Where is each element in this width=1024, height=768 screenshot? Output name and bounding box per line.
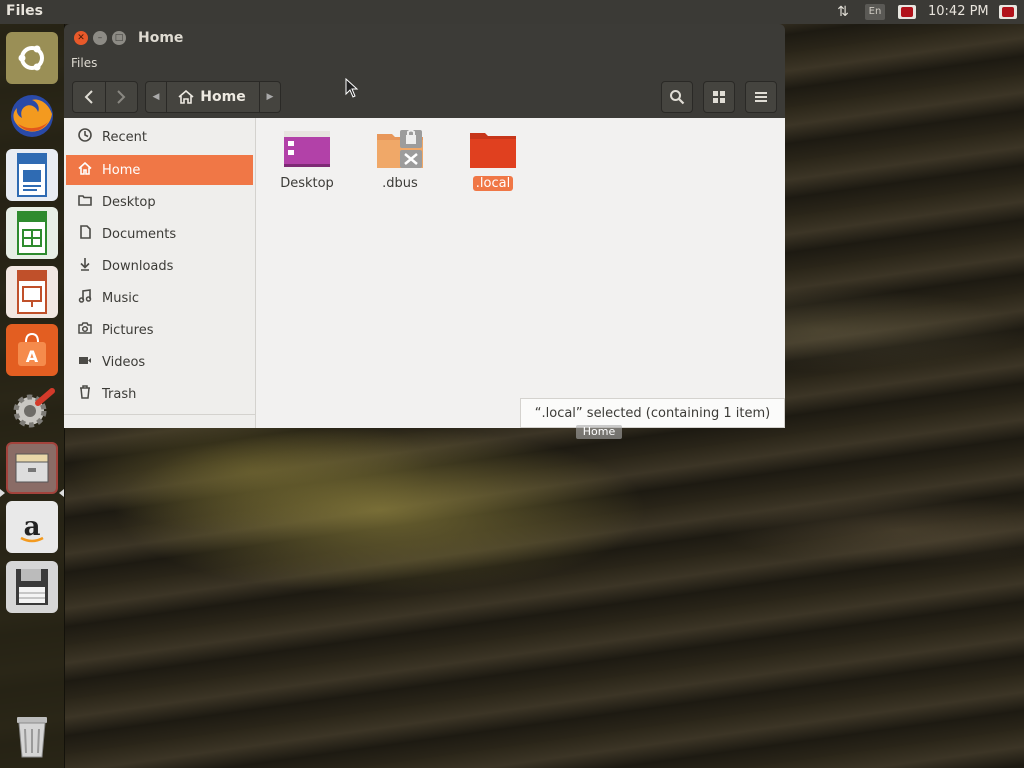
navigation-buttons: [72, 81, 138, 113]
video-icon: [76, 354, 94, 370]
file-item-local[interactable]: .local: [450, 128, 536, 191]
window-content: Recent Home Desktop Documents Downloads …: [64, 118, 785, 428]
top-panel: Files ⇅ En 10:42 PM: [0, 0, 1024, 24]
close-icon[interactable]: ✕: [74, 31, 88, 45]
svg-text:a: a: [24, 512, 41, 542]
firefox-icon[interactable]: [6, 90, 58, 142]
floppy-icon[interactable]: [6, 561, 58, 613]
sidebar-item-documents[interactable]: Documents: [66, 219, 253, 249]
maximize-icon[interactable]: □: [112, 31, 126, 45]
impress-icon[interactable]: [6, 266, 58, 318]
calc-icon[interactable]: [6, 207, 58, 259]
sidebar-item-pictures[interactable]: Pictures: [66, 315, 253, 345]
active-indicator-right: [59, 489, 64, 497]
sidebar-divider: [64, 414, 255, 415]
home-icon: [76, 161, 94, 179]
file-label: Desktop: [280, 176, 334, 191]
sidebar-item-music[interactable]: Music: [66, 283, 253, 313]
status-bar: “.local” selected (containing 1 item): [520, 398, 785, 428]
files-icon[interactable]: [6, 442, 58, 494]
path-home-button[interactable]: Home: [166, 82, 258, 112]
document-icon: [76, 225, 94, 243]
folder-icon: [469, 128, 517, 170]
power-menu-icon[interactable]: [996, 2, 1020, 22]
file-item-dbus[interactable]: .dbus: [357, 128, 443, 191]
sidebar-item-label: Music: [102, 290, 139, 306]
session-indicator-icon[interactable]: [895, 2, 919, 22]
path-scroll-right-icon[interactable]: ▶: [259, 82, 280, 112]
sidebar-item-label: Videos: [102, 354, 146, 370]
amazon-icon[interactable]: a: [6, 501, 58, 553]
clock-icon: [76, 128, 94, 146]
file-icon-view[interactable]: Desktop .dbus .local: [256, 118, 785, 428]
path-home-label: Home: [200, 89, 246, 105]
search-icon[interactable]: [661, 81, 693, 113]
sidebar-item-label: Home: [102, 162, 141, 178]
home-icon: [178, 90, 194, 104]
svg-text:A: A: [26, 347, 39, 366]
files-window: ✕ – □ Home Files ◀ Home ▶ Recent Home De…: [64, 24, 785, 428]
trash-icon[interactable]: [6, 709, 58, 761]
sidebar-item-desktop[interactable]: Desktop: [66, 187, 253, 217]
sidebar-item-home[interactable]: Home: [66, 155, 253, 185]
file-label-selected: .local: [472, 176, 514, 191]
hamburger-menu-icon[interactable]: [745, 81, 777, 113]
sidebar-item-label: Pictures: [102, 322, 154, 338]
file-item-desktop[interactable]: Desktop: [264, 128, 350, 191]
folder-icon: [76, 194, 94, 210]
music-icon: [76, 289, 94, 307]
sidebar-item-label: Desktop: [102, 194, 156, 210]
writer-icon[interactable]: [6, 149, 58, 201]
software-center-icon[interactable]: A: [6, 324, 58, 376]
sidebar-item-label: Trash: [102, 386, 137, 402]
top-app-title: Files: [6, 3, 43, 19]
sidebar-item-videos[interactable]: Videos: [66, 347, 253, 377]
sidebar-item-label: Recent: [102, 129, 147, 145]
settings-icon[interactable]: [6, 383, 58, 435]
grid-view-icon[interactable]: [703, 81, 735, 113]
launcher: A a: [0, 24, 65, 768]
path-scroll-left-icon[interactable]: ◀: [146, 82, 167, 112]
active-indicator-left: [0, 489, 5, 497]
sidebar-item-recent[interactable]: Recent: [66, 122, 253, 152]
ubuntu-dash-icon[interactable]: [6, 32, 58, 84]
sidebar-item-label: Downloads: [102, 258, 174, 274]
trash-icon: [76, 385, 94, 403]
desktop-folder-icon: [283, 128, 331, 170]
file-label: .dbus: [382, 176, 418, 191]
sidebar-item-label: Documents: [102, 226, 177, 242]
tooltip: Home: [576, 425, 622, 439]
menubar: Files: [64, 52, 785, 74]
places-sidebar: Recent Home Desktop Documents Downloads …: [64, 118, 256, 428]
network-updown-icon[interactable]: ⇅: [832, 2, 854, 22]
sidebar-item-trash[interactable]: Trash: [66, 379, 253, 409]
window-titlebar[interactable]: ✕ – □ Home: [64, 24, 785, 52]
forward-icon[interactable]: [104, 82, 138, 112]
language-label: En: [865, 4, 885, 20]
back-icon[interactable]: [73, 82, 105, 112]
download-icon: [76, 257, 94, 275]
menu-files[interactable]: Files: [71, 56, 97, 70]
locked-folder-icon: [376, 128, 424, 170]
window-title: Home: [138, 30, 184, 46]
minimize-icon[interactable]: –: [93, 31, 107, 45]
clock[interactable]: 10:42 PM: [928, 4, 989, 19]
sidebar-item-downloads[interactable]: Downloads: [66, 251, 253, 281]
camera-icon: [76, 322, 94, 338]
path-bar: ◀ Home ▶: [145, 81, 281, 113]
keyboard-language-indicator[interactable]: En: [864, 2, 886, 22]
toolbar: ◀ Home ▶: [64, 74, 785, 118]
